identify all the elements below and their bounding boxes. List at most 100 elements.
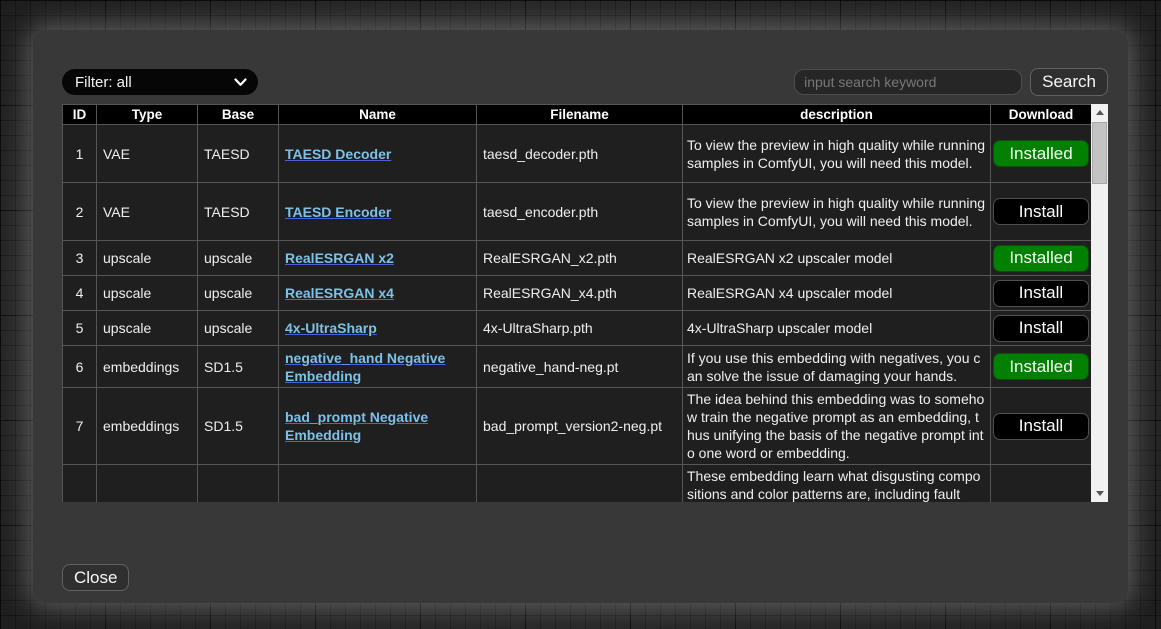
- cell-filename: RealESRGAN_x2.pth: [477, 241, 683, 276]
- cell-type: embeddings: [97, 388, 198, 465]
- column-header-name: Name: [279, 105, 477, 125]
- install-button[interactable]: Install: [993, 413, 1089, 440]
- cell-id: 3: [63, 241, 97, 276]
- table-row: 6embeddingsSD1.5negative_hand Negative E…: [63, 346, 1092, 388]
- cell-name: RealESRGAN x2: [279, 241, 477, 276]
- cell-base: upscale: [198, 241, 279, 276]
- model-name-link[interactable]: TAESD Encoder: [285, 204, 391, 220]
- scroll-up-icon[interactable]: [1091, 104, 1108, 121]
- cell-description: To view the preview in high quality whil…: [683, 183, 991, 241]
- table-row: 5upscaleupscale4x-UltraSharp4x-UltraShar…: [63, 311, 1092, 346]
- search-group: Search: [794, 68, 1108, 96]
- cell-download: Installed: [991, 346, 1092, 388]
- cell-download: Install: [991, 388, 1092, 465]
- table-header-row: IDTypeBaseNameFilenamedescriptionDownloa…: [63, 105, 1092, 125]
- cell-name: negative_hand Negative Embedding: [279, 346, 477, 388]
- cell-download: [991, 465, 1092, 503]
- toolbar: Filter: all Search: [62, 68, 1108, 96]
- installed-button[interactable]: Installed: [993, 140, 1089, 167]
- cell-filename: negative_hand-neg.pt: [477, 346, 683, 388]
- cell-download: Installed: [991, 241, 1092, 276]
- cell-id: [63, 465, 97, 503]
- model-name-link[interactable]: negative_hand Negative Embedding: [285, 350, 445, 384]
- cell-description: To view the preview in high quality whil…: [683, 125, 991, 183]
- filter-dropdown[interactable]: Filter: all: [62, 69, 258, 95]
- cell-description: RealESRGAN x2 upscaler model: [683, 241, 991, 276]
- cell-type: VAE: [97, 183, 198, 241]
- cell-base: SD1.5: [198, 388, 279, 465]
- cell-description: RealESRGAN x4 upscaler model: [683, 276, 991, 311]
- table-row: 3upscaleupscaleRealESRGAN x2RealESRGAN_x…: [63, 241, 1092, 276]
- cell-name: [279, 465, 477, 503]
- cell-filename: 4x-UltraSharp.pth: [477, 311, 683, 346]
- installed-button[interactable]: Installed: [993, 353, 1089, 380]
- search-input[interactable]: [794, 69, 1022, 95]
- install-button[interactable]: Install: [993, 198, 1089, 225]
- cell-filename: bad_prompt_version2-neg.pt: [477, 388, 683, 465]
- cell-name: bad_prompt Negative Embedding: [279, 388, 477, 465]
- chevron-down-icon: [234, 78, 247, 87]
- cell-description: These embedding learn what disgusting co…: [683, 465, 991, 503]
- table-row: 1VAETAESDTAESD Decodertaesd_decoder.pthT…: [63, 125, 1092, 183]
- installed-button[interactable]: Installed: [993, 245, 1089, 272]
- column-header-type: Type: [97, 105, 198, 125]
- cell-download: Install: [991, 276, 1092, 311]
- cell-filename: RealESRGAN_x4.pth: [477, 276, 683, 311]
- cell-type: upscale: [97, 311, 198, 346]
- cell-name: RealESRGAN x4: [279, 276, 477, 311]
- cell-name: 4x-UltraSharp: [279, 311, 477, 346]
- cell-id: 6: [63, 346, 97, 388]
- cell-base: TAESD: [198, 125, 279, 183]
- cell-base: upscale: [198, 276, 279, 311]
- model-name-link[interactable]: TAESD Decoder: [285, 146, 391, 162]
- column-header-id: ID: [63, 105, 97, 125]
- cell-base: TAESD: [198, 183, 279, 241]
- cell-id: 2: [63, 183, 97, 241]
- install-button[interactable]: Install: [993, 280, 1089, 307]
- column-header-base: Base: [198, 105, 279, 125]
- close-button[interactable]: Close: [62, 564, 129, 591]
- cell-id: 5: [63, 311, 97, 346]
- table-row: These embedding learn what disgusting co…: [63, 465, 1092, 503]
- cell-type: embeddings: [97, 346, 198, 388]
- cell-filename: taesd_encoder.pth: [477, 183, 683, 241]
- cell-type: [97, 465, 198, 503]
- cell-description: If you use this embedding with negatives…: [683, 346, 991, 388]
- scrollbar-thumb[interactable]: [1092, 122, 1107, 184]
- model-name-link[interactable]: RealESRGAN x4: [285, 285, 394, 301]
- column-header-description: description: [683, 105, 991, 125]
- cell-id: 4: [63, 276, 97, 311]
- cell-download: Installed: [991, 125, 1092, 183]
- table-scrollbar[interactable]: [1091, 104, 1108, 502]
- table-row: 2VAETAESD TAESD Encoder taesd_encoder.pthT…: [63, 183, 1092, 241]
- model-name-link[interactable]: 4x-UltraSharp: [285, 320, 377, 336]
- install-button[interactable]: Install: [993, 315, 1089, 342]
- cell-type: upscale: [97, 276, 198, 311]
- table-row: 4upscaleupscaleRealESRGAN x4RealESRGAN_x…: [63, 276, 1092, 311]
- model-table: IDTypeBaseNameFilenamedescriptionDownloa…: [62, 104, 1091, 502]
- column-header-download: Download: [991, 105, 1092, 125]
- cell-type: upscale: [97, 241, 198, 276]
- cell-download: Install: [991, 311, 1092, 346]
- cell-filename: [477, 465, 683, 503]
- cell-base: [198, 465, 279, 503]
- cell-id: 1: [63, 125, 97, 183]
- cell-base: SD1.5: [198, 346, 279, 388]
- cell-name: TAESD Decoder: [279, 125, 477, 183]
- cell-description: The idea behind this embedding was to so…: [683, 388, 991, 465]
- cell-type: VAE: [97, 125, 198, 183]
- cell-description: 4x-UltraSharp upscaler model: [683, 311, 991, 346]
- model-table-viewport: IDTypeBaseNameFilenamedescriptionDownloa…: [62, 104, 1091, 502]
- filter-dropdown-value: Filter: all: [75, 74, 132, 91]
- scroll-down-icon[interactable]: [1091, 485, 1108, 502]
- cell-download: Install: [991, 183, 1092, 241]
- table-row: 7embeddingsSD1.5bad_prompt Negative Embe…: [63, 388, 1092, 465]
- model-manager-dialog: Filter: all Search IDTypeBaseNameFilenam…: [33, 30, 1128, 603]
- model-table-container: IDTypeBaseNameFilenamedescriptionDownloa…: [62, 104, 1108, 502]
- cell-name: TAESD Encoder: [279, 183, 477, 241]
- cell-id: 7: [63, 388, 97, 465]
- search-button[interactable]: Search: [1030, 68, 1108, 96]
- model-name-link[interactable]: RealESRGAN x2: [285, 250, 394, 266]
- model-name-link[interactable]: bad_prompt Negative Embedding: [285, 409, 428, 443]
- cell-base: upscale: [198, 311, 279, 346]
